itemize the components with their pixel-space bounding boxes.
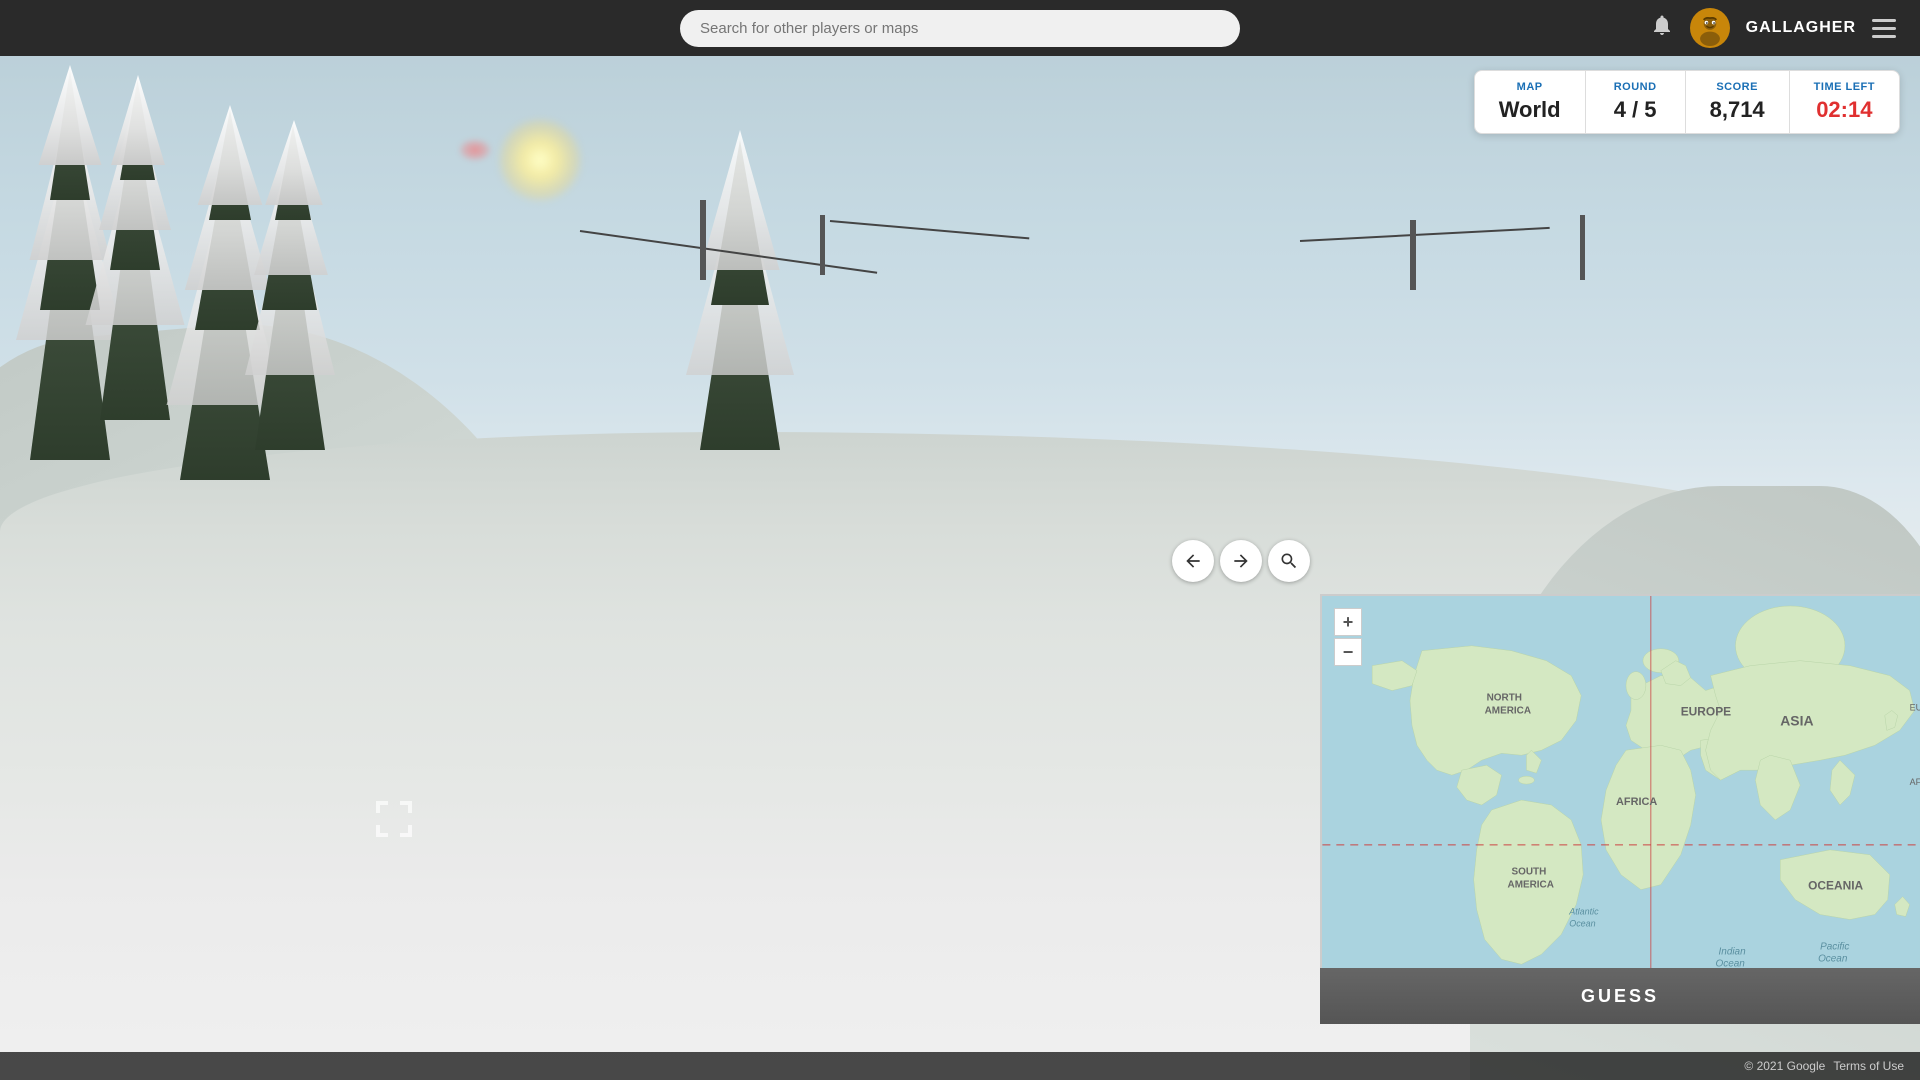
topbar: GALLAGHER: [0, 0, 1920, 56]
svg-text:Indian: Indian: [1719, 946, 1747, 957]
score-value: 8,714: [1710, 97, 1765, 123]
guess-button[interactable]: GUESS: [1320, 968, 1920, 1024]
bell-icon[interactable]: [1650, 13, 1674, 43]
ski-lift-cable-3: [1300, 227, 1550, 242]
svg-text:AF: AF: [1910, 777, 1920, 787]
svg-text:AMERICA: AMERICA: [1485, 705, 1531, 716]
hamburger-menu[interactable]: [1872, 19, 1896, 38]
bottom-bar: © 2021 Google Terms of Use: [0, 1052, 1920, 1080]
ski-lift-cable-2: [830, 220, 1029, 239]
username[interactable]: GALLAGHER: [1746, 19, 1856, 37]
search-input[interactable]: [680, 10, 1240, 47]
round-info-cell: ROUND 4 / 5: [1586, 71, 1686, 133]
turn-back-button[interactable]: [1172, 540, 1214, 582]
expand-icon[interactable]: [370, 795, 418, 850]
map-info-cell: MAP World: [1475, 71, 1586, 133]
round-label: ROUND: [1610, 81, 1661, 93]
round-value: 4 / 5: [1610, 97, 1661, 123]
svg-text:ASIA: ASIA: [1780, 712, 1813, 728]
svg-text:EU: EU: [1910, 702, 1920, 712]
lift-tower-1: [700, 200, 706, 280]
time-info-cell: TIME LEFT 02:14: [1790, 71, 1899, 133]
map-panel[interactable]: EUROPE ASIA AFRICA NORTH AMERICA SOUTH A…: [1320, 594, 1920, 1024]
search-container: [680, 10, 1240, 47]
game-info-panel: MAP World ROUND 4 / 5 SCORE 8,714 TIME L…: [1474, 70, 1900, 134]
zoom-in-button[interactable]: +: [1334, 608, 1362, 636]
turn-forward-button[interactable]: [1220, 540, 1262, 582]
svg-text:AMERICA: AMERICA: [1508, 880, 1554, 891]
footer-copyright: © 2021 Google: [1744, 1059, 1825, 1073]
map-zoom-controls: + −: [1334, 608, 1362, 666]
svg-text:EUROPE: EUROPE: [1681, 704, 1731, 718]
svg-text:OCEANIA: OCEANIA: [1808, 879, 1863, 893]
score-label: SCORE: [1710, 81, 1765, 93]
zoom-toggle-button[interactable]: [1268, 540, 1310, 582]
lift-tower-3: [1410, 220, 1416, 290]
navigation-controls: [1172, 540, 1310, 582]
map-value: World: [1499, 97, 1561, 123]
map-label: MAP: [1499, 81, 1561, 93]
topbar-right: GALLAGHER: [1650, 8, 1896, 48]
svg-text:AFRICA: AFRICA: [1616, 796, 1657, 808]
map-container: EUROPE ASIA AFRICA NORTH AMERICA SOUTH A…: [1320, 594, 1920, 1024]
lift-tower-4: [1580, 215, 1585, 280]
sun: [500, 120, 580, 200]
world-map-svg: EUROPE ASIA AFRICA NORTH AMERICA SOUTH A…: [1322, 596, 1920, 1024]
time-label: TIME LEFT: [1814, 81, 1875, 93]
svg-text:Ocean: Ocean: [1569, 918, 1595, 928]
svg-text:NORTH: NORTH: [1487, 693, 1522, 704]
zoom-out-button[interactable]: −: [1334, 638, 1362, 666]
svg-text:Pacific: Pacific: [1820, 941, 1849, 952]
footer-terms-link[interactable]: Terms of Use: [1833, 1059, 1904, 1073]
lift-tower-2: [820, 215, 825, 275]
score-info-cell: SCORE 8,714: [1686, 71, 1790, 133]
time-value: 02:14: [1814, 97, 1875, 123]
svg-text:Atlantic: Atlantic: [1568, 907, 1599, 917]
svg-text:SOUTH: SOUTH: [1512, 867, 1547, 878]
avatar[interactable]: [1690, 8, 1730, 48]
lens-flare: [460, 140, 490, 160]
svg-text:Ocean: Ocean: [1818, 953, 1848, 964]
